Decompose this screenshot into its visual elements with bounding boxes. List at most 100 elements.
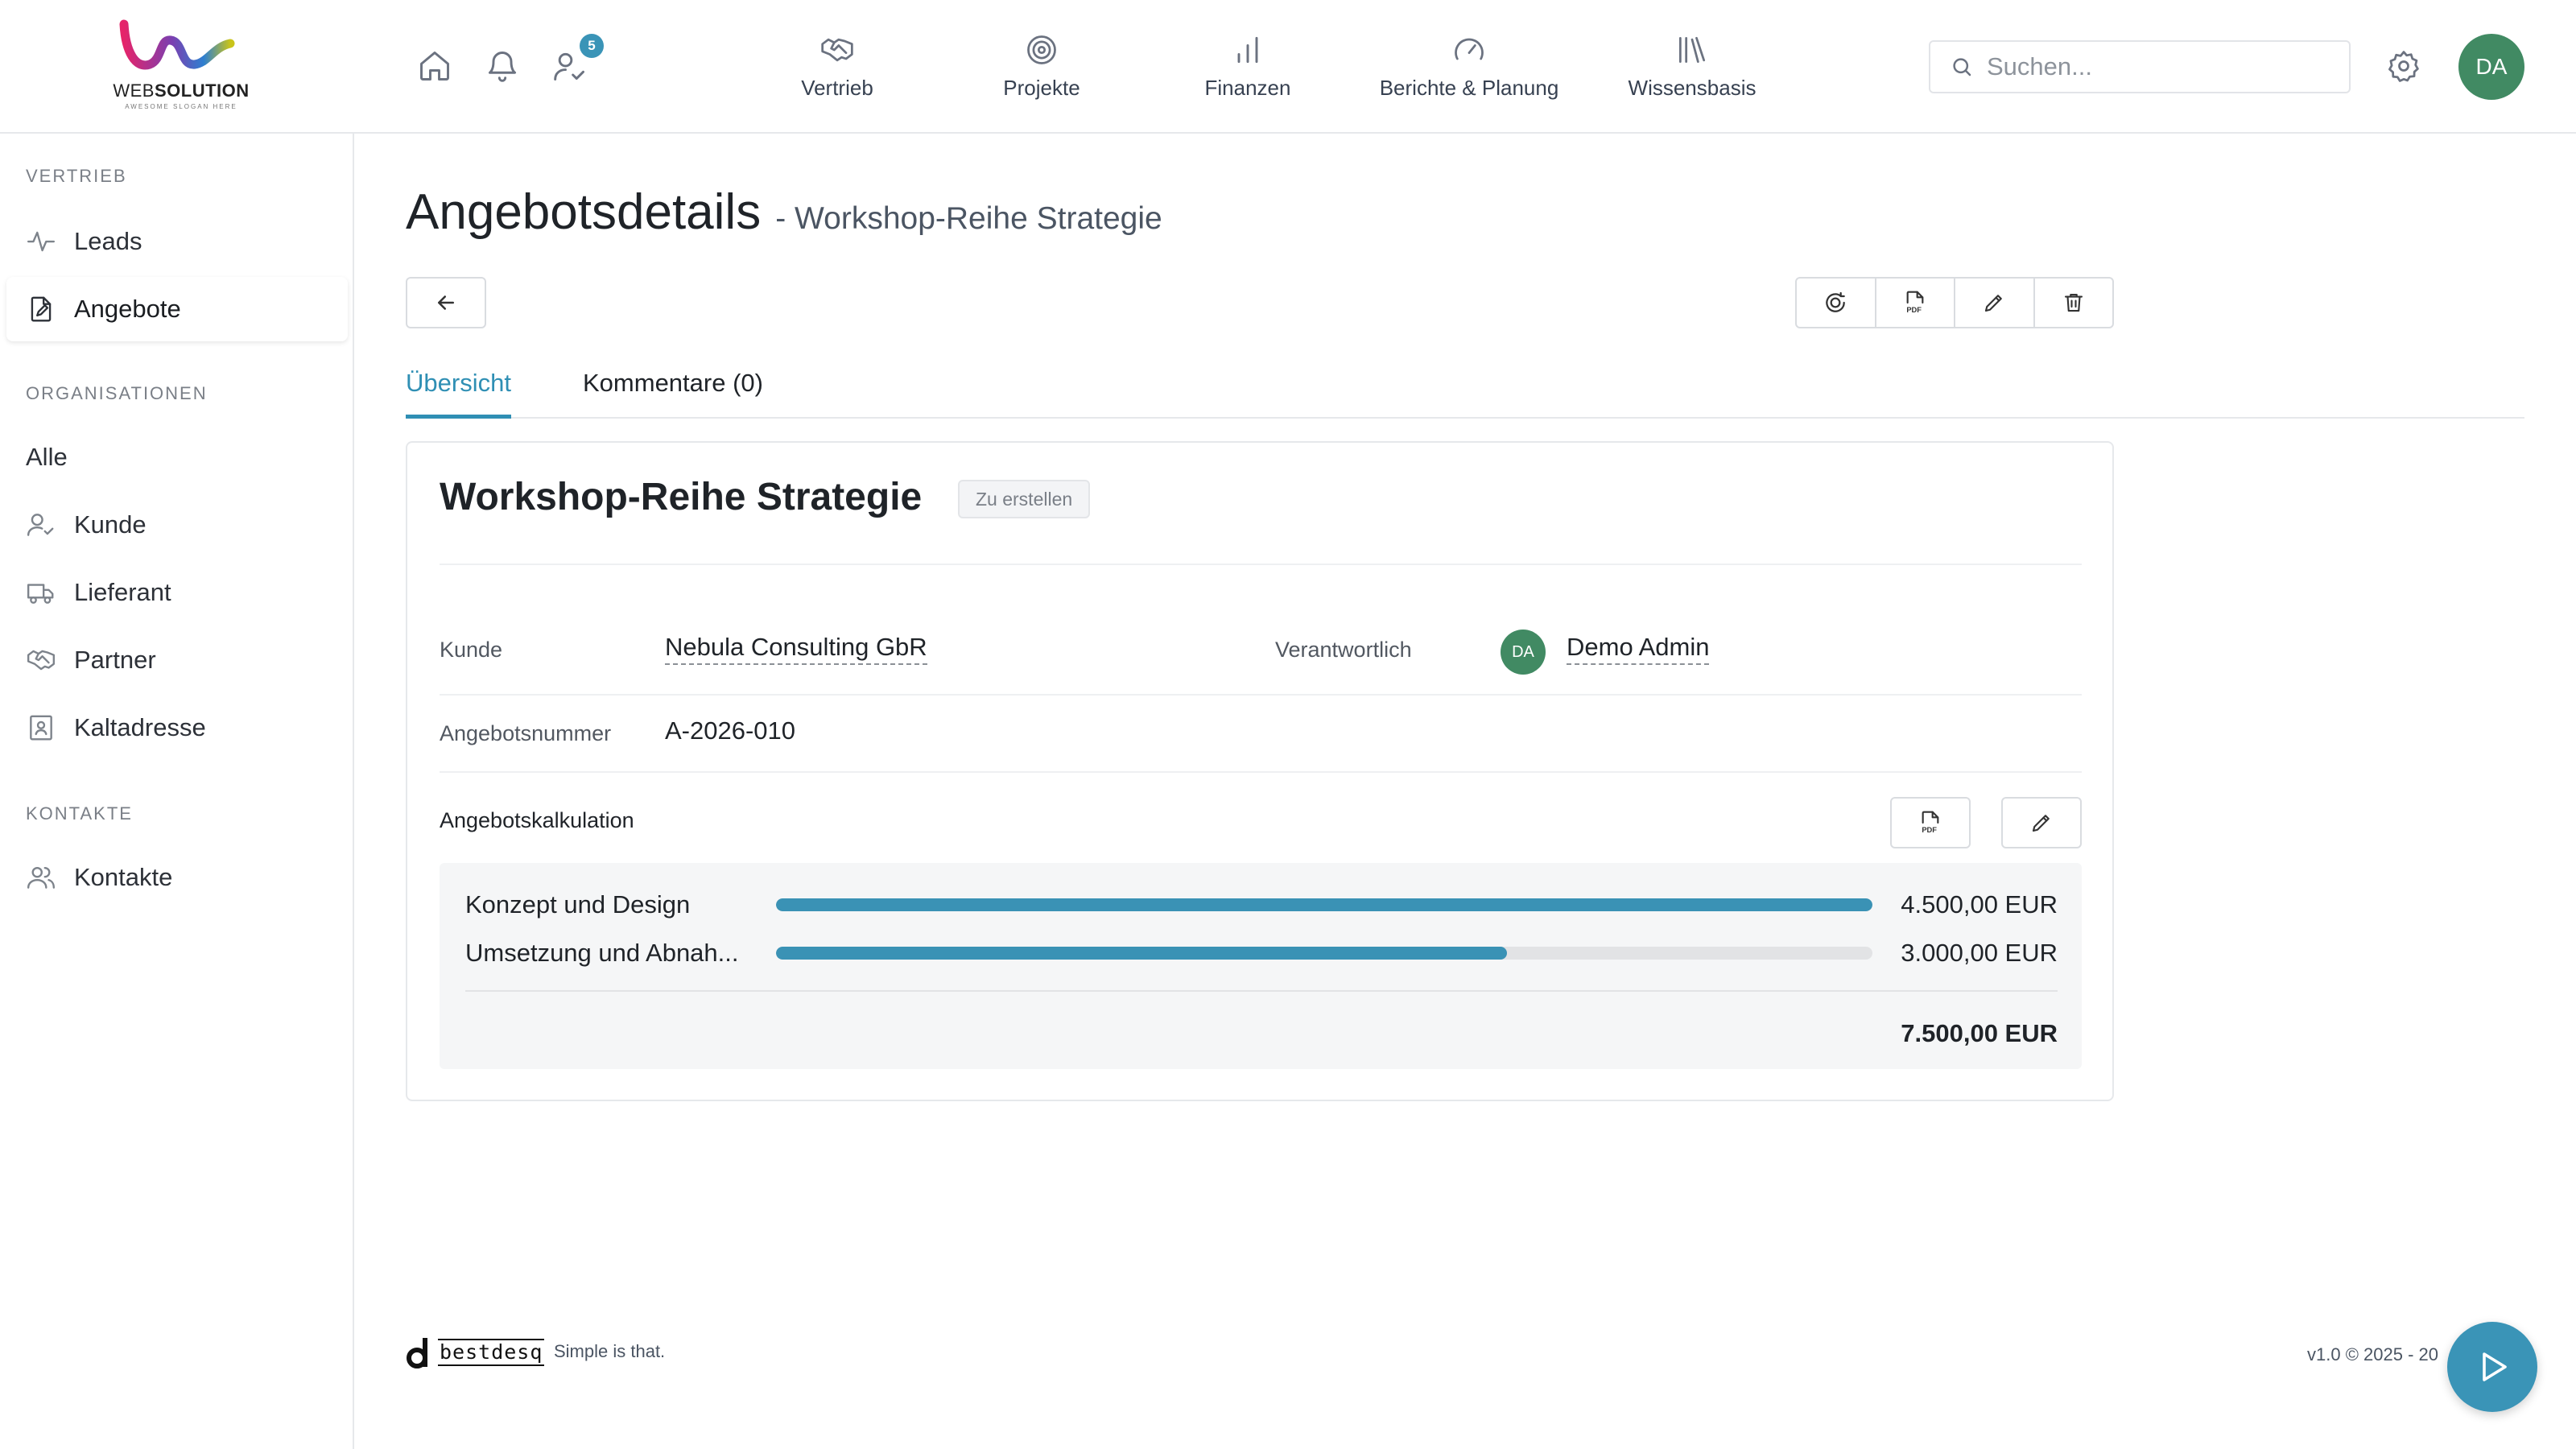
offer-title: Workshop-Reihe Strategie (440, 476, 923, 518)
pencil-icon (1982, 291, 2006, 315)
library-icon (1674, 32, 1710, 68)
notification-badge: 5 (580, 34, 604, 58)
status-badge: Zu erstellen (958, 480, 1091, 518)
users-icon (26, 862, 56, 893)
calc-line-bar-fill (776, 947, 1508, 960)
sidebar-item-lieferant[interactable]: Lieferant (6, 560, 348, 625)
calculation-pdf-button[interactable]: PDF (1890, 797, 1971, 848)
search-icon (1950, 55, 1974, 79)
svg-text:PDF: PDF (1906, 306, 1922, 314)
sidebar-item-label: Kunde (74, 510, 147, 539)
sidebar-item-label: Partner (74, 646, 156, 674)
calculation-edit-button[interactable] (2001, 797, 2082, 848)
pdf-icon: PDF (1918, 810, 1943, 836)
calculation-title: Angebotskalkulation (440, 808, 634, 832)
convert-button[interactable] (1797, 279, 1876, 327)
sidebar-section-title: KONTAKTE (26, 803, 133, 824)
home-icon[interactable] (417, 48, 452, 84)
nav-label: Berichte & Planung (1379, 76, 1559, 100)
responsible-link[interactable]: Demo Admin (1567, 633, 1710, 665)
nav-label: Projekte (1003, 76, 1080, 100)
nav-label: Wissensbasis (1628, 76, 1757, 100)
back-button[interactable] (406, 277, 486, 328)
logo-tagline: AWESOME SLOGAN HERE (125, 103, 237, 110)
pdf-export-button[interactable]: PDF (1876, 279, 1955, 327)
refresh-target-icon (1823, 290, 1848, 316)
pencil-icon (2029, 811, 2054, 835)
sidebar-item-label: Kontakte (74, 863, 173, 891)
handshake-icon (819, 32, 855, 68)
activity-icon (26, 226, 56, 257)
play-icon (2473, 1348, 2512, 1386)
brand-logo[interactable]: WEBSOLUTION AWESOME SLOGAN HERE (109, 19, 249, 110)
sidebar-item-partner[interactable]: Partner (6, 628, 348, 692)
divider (440, 694, 2082, 696)
calc-line-amount: 3.000,00 EUR (1901, 939, 2058, 967)
page-title: Angebotsdetails - Workshop-Reihe Strategi… (406, 184, 1162, 241)
nav-vertrieb[interactable]: Vertrieb (773, 32, 902, 105)
handshake-icon (26, 645, 56, 675)
footer-tagline: Simple is that. (554, 1341, 666, 1361)
calc-separator (465, 990, 2058, 992)
calc-line-name: Konzept und Design (465, 890, 691, 919)
sidebar-item-angebote[interactable]: Angebote (6, 277, 348, 341)
calc-line-bar-fill (776, 898, 1872, 911)
user-avatar[interactable]: DA (2458, 34, 2524, 100)
nav-label: Finanzen (1204, 76, 1291, 100)
edit-button[interactable] (1955, 279, 2035, 327)
customer-link[interactable]: Nebula Consulting GbR (665, 633, 927, 665)
nav-projekte[interactable]: Projekte (977, 32, 1106, 105)
sidebar-item-alle[interactable]: Alle (6, 425, 348, 489)
offer-number-label: Angebotsnummer (440, 721, 612, 745)
offer-number: A-2026-010 (665, 716, 796, 745)
calc-line-bar (776, 898, 1872, 911)
gear-icon[interactable] (2386, 48, 2421, 84)
bestdesq-logo-icon (406, 1336, 430, 1368)
top-bar: WEBSOLUTION AWESOME SLOGAN HERE 5 Vertri… (0, 0, 2576, 134)
search-box[interactable] (1929, 40, 2351, 93)
logo-wordmark: WEBSOLUTION (113, 80, 250, 101)
divider (440, 564, 2082, 565)
sidebar-item-label: Kaltadresse (74, 713, 206, 741)
sidebar-item-label: Leads (74, 227, 142, 255)
nav-wissensbasis[interactable]: Wissensbasis (1612, 32, 1773, 105)
nav-finanzen[interactable]: Finanzen (1183, 32, 1312, 105)
customer-label: Kunde (440, 638, 503, 662)
nav-berichte-planung[interactable]: Berichte & Planung (1360, 32, 1578, 105)
svg-text:PDF: PDF (1922, 826, 1937, 834)
tab-kommentare[interactable]: Kommentare (0) (583, 369, 763, 419)
arrow-left-icon (434, 291, 458, 315)
calc-line-name: Umsetzung und Abnah... (465, 939, 739, 967)
logo-mark-icon (119, 19, 235, 70)
footer-logo[interactable]: bestdesq (406, 1336, 545, 1368)
search-input[interactable] (1987, 52, 2325, 81)
bell-icon[interactable] (485, 48, 520, 84)
sidebar-item-label: Alle (26, 443, 68, 471)
user-check-icon (26, 510, 56, 540)
sidebar-section-title: ORGANISATIONEN (26, 383, 208, 403)
offer-actions: PDF (1795, 277, 2114, 328)
offer-card: Workshop-Reihe Strategie Zu erstellen Ku… (406, 441, 2114, 1101)
sidebar-section-title: VERTRIEB (26, 166, 127, 186)
sidebar-item-label: Lieferant (74, 578, 171, 606)
sidebar-item-label: Angebote (74, 295, 181, 323)
delete-button[interactable] (2035, 279, 2113, 327)
sidebar-item-kontakte[interactable]: Kontakte (6, 845, 348, 910)
start-action-button[interactable] (2447, 1322, 2537, 1412)
sidebar-item-kunde[interactable]: Kunde (6, 493, 348, 557)
target-icon (1024, 32, 1059, 68)
tab-bar: Übersicht Kommentare (0) (406, 364, 2524, 419)
file-edit-icon (26, 294, 56, 324)
calc-total: 7.500,00 EUR (1901, 1019, 2058, 1047)
tab-uebersicht[interactable]: Übersicht (406, 369, 511, 419)
calc-line-amount: 4.500,00 EUR (1901, 890, 2058, 919)
calculation-box: Konzept und Design 4.500,00 EUR Umsetzun… (440, 863, 2082, 1069)
contact-card-icon (26, 712, 56, 743)
footer-version: v1.0 © 2025 - 20 (2307, 1344, 2438, 1364)
pdf-icon: PDF (1902, 290, 1928, 316)
gauge-icon (1451, 32, 1487, 68)
sidebar-item-leads[interactable]: Leads (6, 209, 348, 274)
sidebar-item-kaltadresse[interactable]: Kaltadresse (6, 696, 348, 760)
divider (440, 771, 2082, 773)
sidebar: VERTRIEB Leads Angebote ORGANISATIONEN A… (0, 134, 354, 1449)
